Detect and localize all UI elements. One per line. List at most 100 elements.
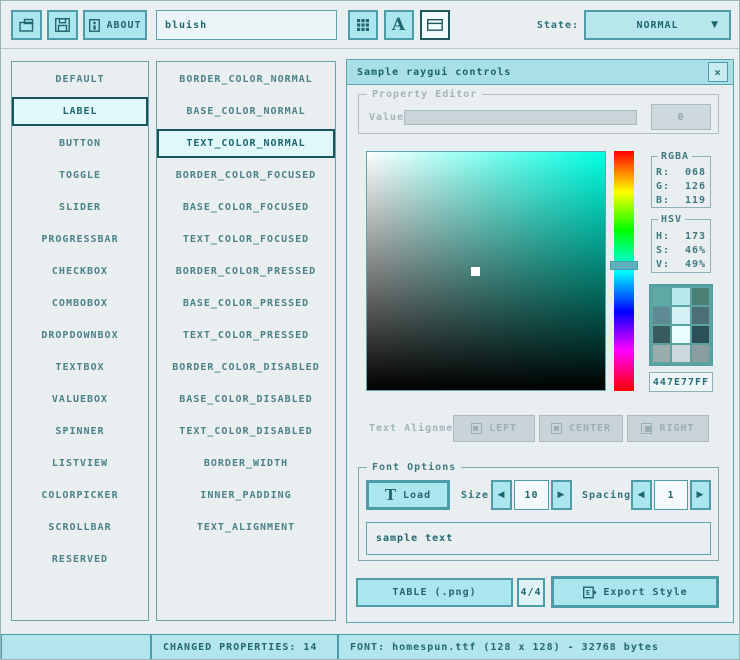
sidebar-item-colorpicker[interactable]: COLORPICKER bbox=[12, 481, 148, 510]
spacing-decrease-button[interactable]: ◀ bbox=[631, 480, 652, 510]
export-style-button[interactable]: E Export Style bbox=[551, 576, 719, 608]
sidebar-item-reserved[interactable]: RESERVED bbox=[12, 545, 148, 574]
align-left-button[interactable]: LEFT bbox=[453, 415, 535, 442]
sidebar-item-scrollbar[interactable]: SCROLLBAR bbox=[12, 513, 148, 542]
hsv-v-row: V:49% bbox=[656, 259, 706, 270]
sample-window-titlebar: Sample raygui controls bbox=[346, 59, 734, 85]
property-item-base_color_normal[interactable]: BASE_COLOR_NORMAL bbox=[157, 97, 335, 126]
color-swatch-2[interactable] bbox=[692, 288, 709, 305]
rguistyler-window: ABOUT A State: NORMAL ▼ DEFAULT LABEL BUTT… bbox=[0, 0, 740, 660]
sidebar-item-label[interactable]: LABEL bbox=[12, 97, 148, 126]
sidebar-item-combobox[interactable]: COMBOBOX bbox=[12, 289, 148, 318]
property-item-text_color_normal[interactable]: TEXT_COLOR_NORMAL bbox=[157, 129, 335, 158]
load-font-button[interactable]: T Load bbox=[366, 480, 450, 510]
align-center-button[interactable]: CENTER bbox=[539, 415, 623, 442]
save-style-button[interactable] bbox=[47, 10, 78, 40]
grid-view-button[interactable] bbox=[348, 10, 378, 40]
sidebar-item-toggle[interactable]: TOGGLE bbox=[12, 161, 148, 190]
about-button-label: ABOUT bbox=[106, 20, 141, 31]
size-decrease-button[interactable]: ◀ bbox=[491, 480, 512, 510]
properties-list: BORDER_COLOR_NORMAL BASE_COLOR_NORMAL TEXT… bbox=[156, 61, 336, 621]
property-item-border_color_pressed[interactable]: BORDER_COLOR_PRESSED bbox=[157, 257, 335, 286]
status-cell-empty bbox=[1, 634, 151, 660]
sample-text-input[interactable]: sample text bbox=[366, 522, 711, 555]
color-swatch-8[interactable] bbox=[692, 326, 709, 343]
export-icon: E bbox=[582, 585, 597, 600]
sidebar-item-textbox[interactable]: TEXTBOX bbox=[12, 353, 148, 382]
hsv-title: HSV bbox=[658, 214, 685, 225]
property-item-base_color_focused[interactable]: BASE_COLOR_FOCUSED bbox=[157, 193, 335, 222]
info-icon bbox=[88, 18, 101, 33]
align-right-button[interactable]: RIGHT bbox=[627, 415, 709, 442]
color-swatch-6[interactable] bbox=[653, 326, 670, 343]
color-swatch-4[interactable] bbox=[672, 307, 689, 324]
color-swatch-grid bbox=[649, 284, 713, 366]
saturation-value-panel[interactable] bbox=[366, 151, 606, 391]
property-item-text_alignment[interactable]: TEXT_ALIGNMENT bbox=[157, 513, 335, 542]
color-swatch-10[interactable] bbox=[672, 345, 689, 362]
property-item-border_color_focused[interactable]: BORDER_COLOR_FOCUSED bbox=[157, 161, 335, 190]
property-item-border_color_normal[interactable]: BORDER_COLOR_NORMAL bbox=[157, 65, 335, 94]
window-icon bbox=[426, 18, 444, 32]
state-dropdown[interactable]: NORMAL ▼ bbox=[584, 10, 731, 40]
color-swatch-0[interactable] bbox=[653, 288, 670, 305]
controls-list: DEFAULT LABEL BUTTON TOGGLE SLIDER PROGRESSBA… bbox=[11, 61, 149, 621]
property-item-inner_padding[interactable]: INNER_PADDING bbox=[157, 481, 335, 510]
floppy-disk-icon bbox=[54, 17, 71, 33]
property-item-text_color_disabled[interactable]: TEXT_COLOR_DISABLED bbox=[157, 417, 335, 446]
grid-icon bbox=[356, 18, 370, 32]
spacing-value-box[interactable]: 1 bbox=[654, 480, 688, 510]
chevron-down-icon: ▼ bbox=[711, 20, 719, 30]
sidebar-item-dropdownbox[interactable]: DROPDOWNBOX bbox=[12, 321, 148, 350]
value-slider[interactable] bbox=[404, 110, 637, 125]
color-swatch-1[interactable] bbox=[672, 288, 689, 305]
page-indicator[interactable]: 4/4 bbox=[517, 578, 545, 607]
hue-bar[interactable] bbox=[614, 151, 634, 391]
sidebar-item-default[interactable]: DEFAULT bbox=[12, 65, 148, 94]
status-font-info: FONT: homespun.ttf (128 x 128) - 32768 b… bbox=[338, 634, 740, 660]
hsv-h-row: H:173 bbox=[656, 231, 706, 242]
color-swatch-5[interactable] bbox=[692, 307, 709, 324]
table-format-button[interactable]: TABLE (.png) bbox=[356, 578, 513, 607]
sample-window-title: Sample raygui controls bbox=[357, 67, 511, 78]
value-box[interactable]: 0 bbox=[651, 104, 711, 130]
property-item-border_width[interactable]: BORDER_WIDTH bbox=[157, 449, 335, 478]
color-swatch-9[interactable] bbox=[653, 345, 670, 362]
toolbar: ABOUT A State: NORMAL ▼ bbox=[1, 1, 740, 49]
left-arrow-icon: ◀ bbox=[498, 490, 506, 500]
close-button[interactable]: × bbox=[708, 62, 728, 82]
property-item-base_color_pressed[interactable]: BASE_COLOR_PRESSED bbox=[157, 289, 335, 318]
property-item-base_color_disabled[interactable]: BASE_COLOR_DISABLED bbox=[157, 385, 335, 414]
color-swatch-11[interactable] bbox=[692, 345, 709, 362]
sidebar-item-spinner[interactable]: SPINNER bbox=[12, 417, 148, 446]
align-left-icon bbox=[471, 423, 482, 434]
size-value-box[interactable]: 10 bbox=[514, 480, 549, 510]
color-swatch-3[interactable] bbox=[653, 307, 670, 324]
hue-handle[interactable] bbox=[610, 261, 638, 270]
style-name-input[interactable] bbox=[156, 10, 337, 40]
sidebar-item-progressbar[interactable]: PROGRESSBAR bbox=[12, 225, 148, 254]
status-changed-properties: CHANGED PROPERTIES: 14 bbox=[151, 634, 338, 660]
font-preview-button[interactable]: A bbox=[384, 10, 414, 40]
sidebar-item-checkbox[interactable]: CHECKBOX bbox=[12, 257, 148, 286]
color-cursor[interactable] bbox=[471, 267, 480, 276]
sidebar-item-listview[interactable]: LISTVIEW bbox=[12, 449, 148, 478]
size-increase-button[interactable]: ▶ bbox=[551, 480, 572, 510]
color-swatch-7[interactable] bbox=[672, 326, 689, 343]
state-dropdown-value: NORMAL bbox=[636, 20, 678, 31]
property-item-border_color_disabled[interactable]: BORDER_COLOR_DISABLED bbox=[157, 353, 335, 382]
sidebar-item-button[interactable]: BUTTON bbox=[12, 129, 148, 158]
rgba-r-row: R:068 bbox=[656, 167, 706, 178]
property-item-text_color_pressed[interactable]: TEXT_COLOR_PRESSED bbox=[157, 321, 335, 350]
open-file-button[interactable] bbox=[11, 10, 42, 40]
spacing-increase-button[interactable]: ▶ bbox=[690, 480, 711, 510]
font-load-icon: T bbox=[385, 488, 397, 503]
about-button[interactable]: ABOUT bbox=[83, 10, 147, 40]
rgba-g-row: G:126 bbox=[656, 181, 706, 192]
sidebar-item-slider[interactable]: SLIDER bbox=[12, 193, 148, 222]
hex-value-box[interactable]: 447E77FF bbox=[649, 372, 713, 392]
font-letter-icon: A bbox=[392, 17, 406, 34]
window-mode-button[interactable] bbox=[420, 10, 450, 40]
property-item-text_color_focused[interactable]: TEXT_COLOR_FOCUSED bbox=[157, 225, 335, 254]
sidebar-item-valuebox[interactable]: VALUEBOX bbox=[12, 385, 148, 414]
